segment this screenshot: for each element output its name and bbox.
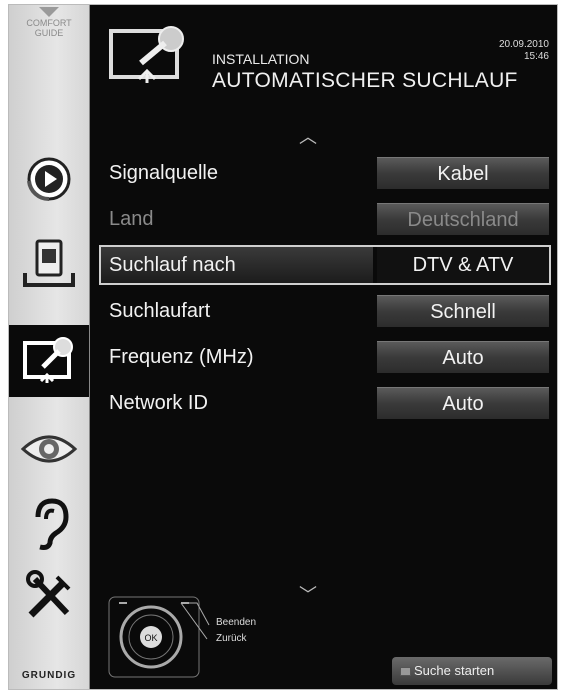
menu-label: Suchlaufart: [109, 300, 211, 322]
sidebar-item-picture[interactable]: [9, 413, 89, 485]
sidebar-item-source[interactable]: [9, 229, 89, 301]
sidebar-item-settings[interactable]: [9, 561, 89, 633]
chevron-up-icon[interactable]: ︿: [299, 123, 317, 149]
remote-navigation-diagram: OK: [108, 596, 210, 678]
installation-header-icon: [109, 26, 184, 83]
date-time: 20.09.2010 15:46: [499, 39, 549, 63]
exit-label: Beenden: [216, 617, 257, 628]
menu-value[interactable]: Auto: [377, 387, 549, 419]
menu-label: Signalquelle: [109, 162, 218, 184]
start-search-label: Suche starten: [414, 663, 495, 678]
date-label: 20.09.2010: [498, 39, 549, 50]
sidebar-item-playback[interactable]: [9, 143, 89, 215]
sidebar-item-installation[interactable]: [9, 325, 89, 397]
eye-icon: [20, 435, 78, 463]
header-subtitle: INSTALLATION: [212, 51, 310, 67]
comfort-guide-label: COMFORT GUIDE: [26, 18, 72, 38]
menu-value[interactable]: DTV & ATV: [377, 247, 549, 283]
back-label: Zurück: [216, 633, 247, 644]
brand-logo: GRUNDIG: [21, 670, 77, 681]
menu-row-suchlaufart[interactable]: Suchlaufart Schnell: [101, 293, 549, 329]
menu-value[interactable]: Kabel: [377, 157, 549, 189]
menu-value[interactable]: Auto: [377, 341, 549, 373]
start-search-button[interactable]: Suche starten: [392, 657, 552, 685]
ok-button-label: OK: [144, 633, 157, 643]
menu-label: Land: [109, 208, 154, 230]
menu-label: Network ID: [109, 392, 208, 414]
menu-label: Suchlauf nach: [101, 247, 373, 283]
menu-label: Frequenz (MHz): [109, 346, 254, 368]
menu-row-suchlauf-nach[interactable]: Suchlauf nach DTV & ATV: [99, 245, 551, 285]
ear-icon: [35, 498, 69, 550]
triangle-icon: [39, 7, 59, 17]
comfort-guide[interactable]: COMFORT GUIDE: [9, 5, 89, 65]
time-label: 15:46: [523, 51, 549, 62]
menu-row-frequenz[interactable]: Frequenz (MHz) Auto: [101, 339, 549, 375]
red-key-icon: [400, 667, 411, 676]
page-title: AUTOMATISCHER SUCHLAUF: [212, 69, 518, 92]
menu-row-land[interactable]: Land Deutschland: [101, 201, 549, 237]
installation-icon: [23, 337, 73, 383]
chevron-down-icon[interactable]: ﹀: [299, 581, 317, 607]
menu-row-network-id[interactable]: Network ID Auto: [101, 385, 549, 421]
sidebar: COMFORT GUIDE GRUNDIG: [9, 5, 90, 689]
menu-row-signalquelle[interactable]: Signalquelle Kabel: [101, 155, 549, 191]
tv-menu-frame: COMFORT GUIDE GRUNDIG INSTALLATION AUTOM…: [8, 4, 558, 690]
tools-icon: [26, 570, 71, 618]
playback-icon: [27, 157, 71, 202]
sidebar-item-sound[interactable]: [9, 487, 89, 559]
source-icon: [23, 239, 75, 287]
menu-value[interactable]: Deutschland: [377, 203, 549, 235]
menu-value[interactable]: Schnell: [377, 295, 549, 327]
